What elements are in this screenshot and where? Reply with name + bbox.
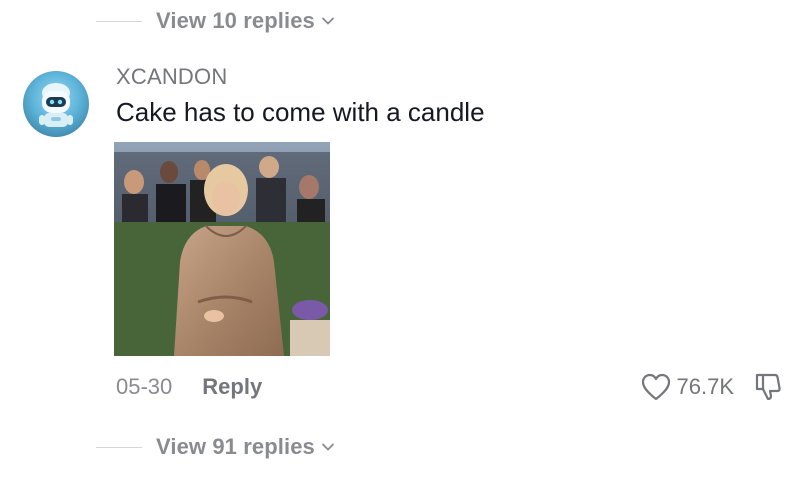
- comment-date: 05-30: [116, 374, 173, 399]
- gif-sticker-image: [114, 142, 330, 356]
- chevron-down-icon: [321, 443, 334, 451]
- view-replies-label[interactable]: View 91 replies: [156, 434, 315, 460]
- chevron-down-icon: [321, 17, 334, 25]
- comment-attachment-image[interactable]: [114, 142, 330, 356]
- avatar[interactable]: [23, 71, 89, 137]
- comment-username[interactable]: XCANDON: [116, 64, 227, 90]
- comment-text: Cake has to come with a candle: [116, 97, 485, 127]
- replies-divider-line: [96, 446, 142, 448]
- view-replies-top[interactable]: View 10 replies: [96, 8, 335, 34]
- heart-icon: [641, 373, 670, 401]
- thumbs-down-icon: [755, 373, 781, 401]
- like-button[interactable]: 76.7K: [641, 373, 735, 401]
- comment-meta: 05-30 Reply: [116, 374, 262, 400]
- view-replies-bottom[interactable]: View 91 replies: [96, 434, 335, 460]
- replies-divider-line: [96, 20, 142, 22]
- like-count: 76.7K: [676, 374, 735, 399]
- view-replies-label[interactable]: View 10 replies: [156, 8, 315, 34]
- dislike-button[interactable]: [754, 372, 782, 402]
- comment-actions: 76.7K: [641, 372, 783, 402]
- reply-button[interactable]: Reply: [202, 374, 262, 400]
- robot-avatar-icon: [39, 83, 73, 127]
